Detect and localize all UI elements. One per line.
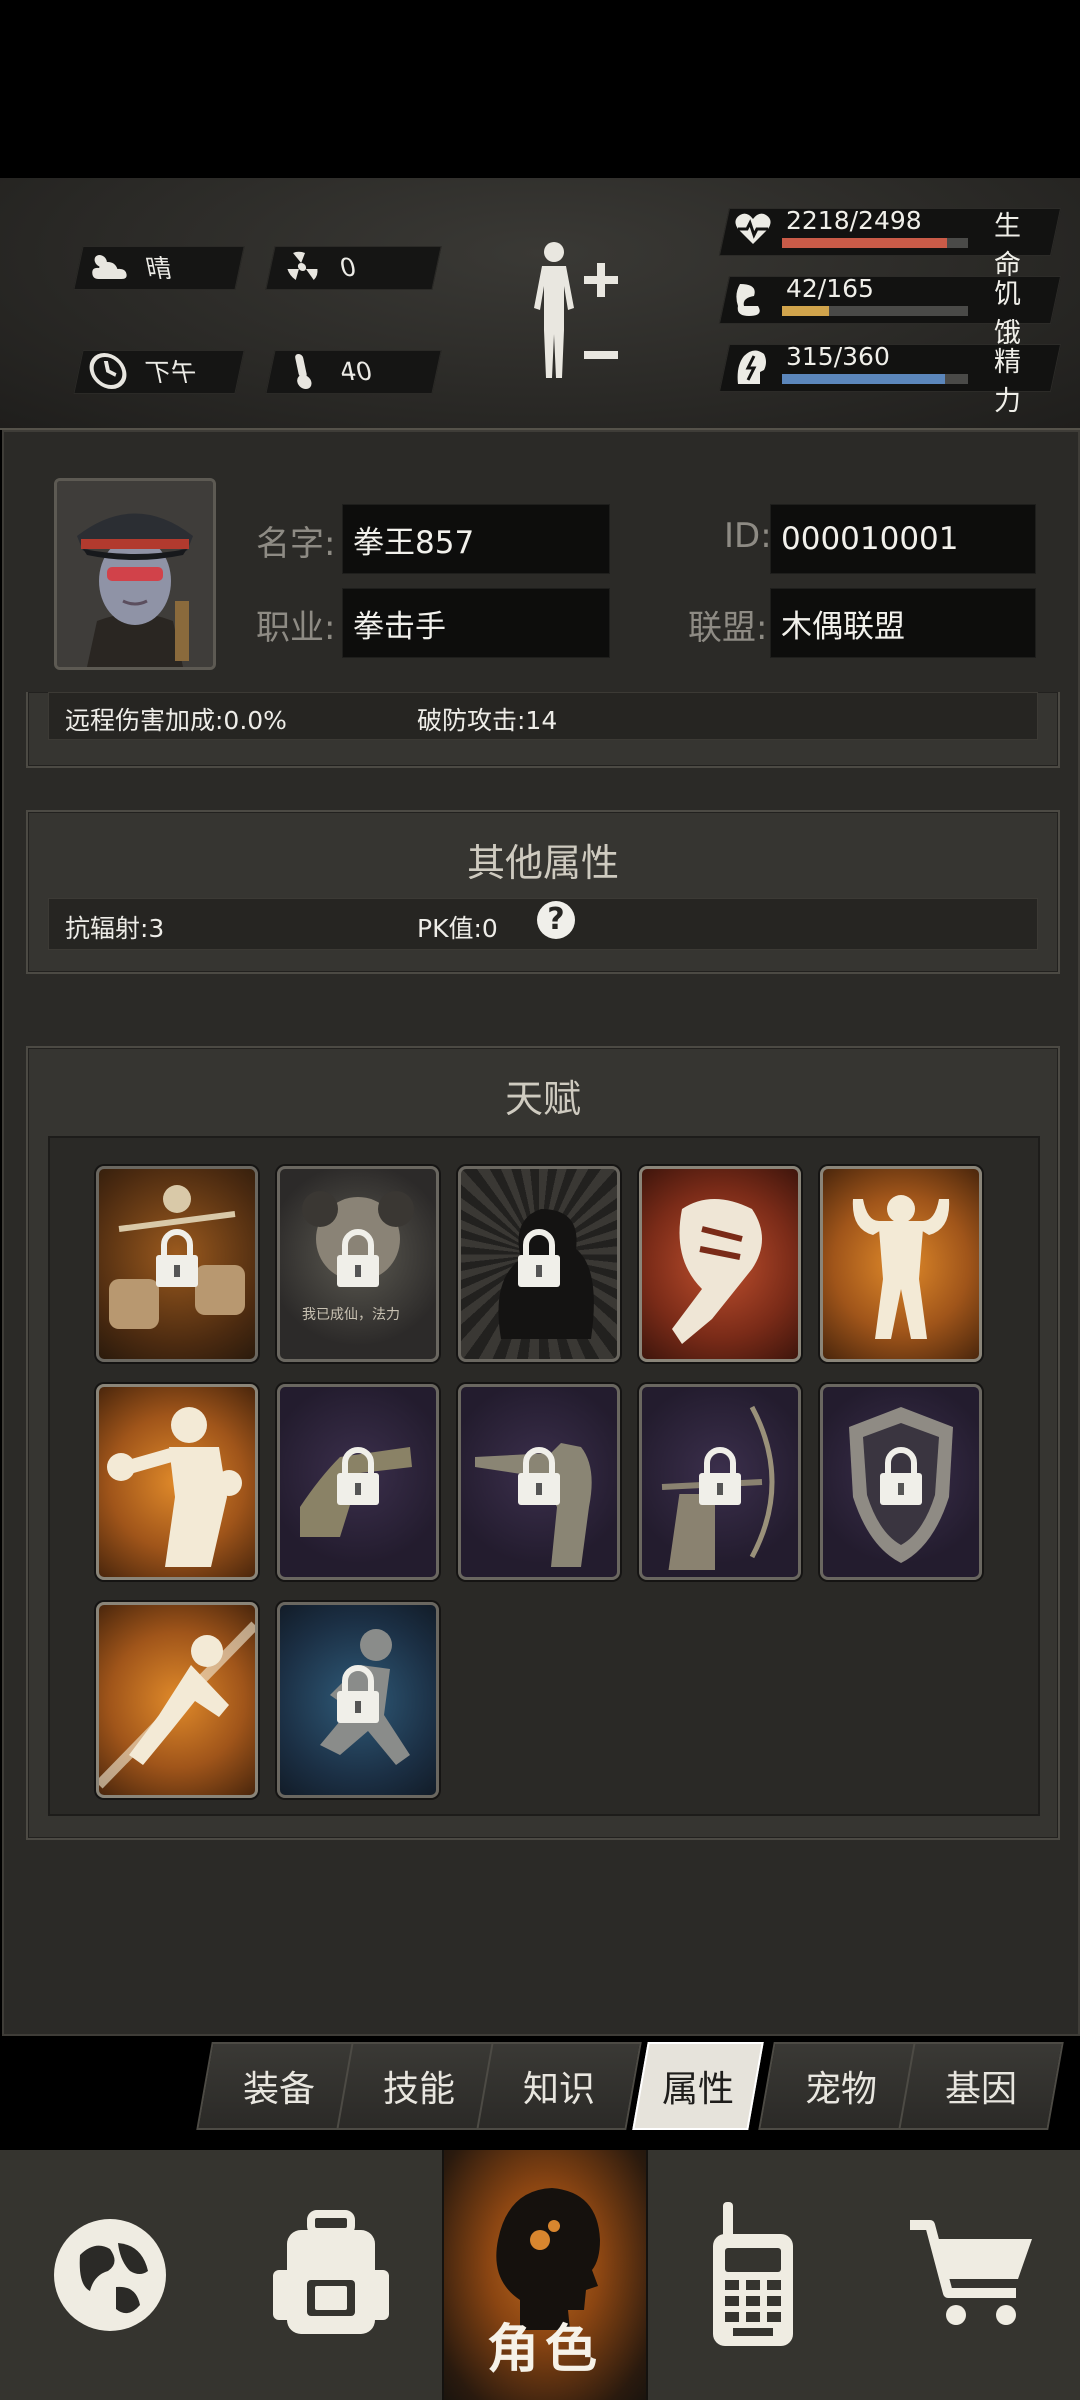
talent-knockdown[interactable] — [96, 1602, 258, 1798]
talent-meditation[interactable]: 我已成仙，法力 — [277, 1166, 439, 1362]
talent-defense[interactable] — [820, 1384, 982, 1580]
talent-dodge[interactable] — [277, 1602, 439, 1798]
backpack-icon — [273, 2210, 389, 2334]
radiation-icon — [278, 247, 327, 287]
name-field: 拳王857 — [342, 504, 610, 574]
job-label: 职业: — [256, 608, 336, 648]
stomach-icon — [734, 280, 774, 320]
stat-bar — [782, 306, 968, 316]
lock-icon — [337, 1447, 379, 1505]
talent-archery[interactable] — [639, 1384, 801, 1580]
stat-bar — [782, 238, 968, 248]
stat-name: 生命 — [994, 211, 1021, 281]
tab-genes[interactable]: 基因 — [898, 2042, 1064, 2130]
tab-label: 属性 — [661, 2069, 734, 2110]
time-text: 下午 — [143, 358, 200, 387]
globe-icon — [54, 2219, 166, 2331]
armor-break-text: 破防攻击:14 — [417, 706, 558, 735]
brain-energy-icon — [734, 348, 774, 388]
character-panel: 名字: 拳王857 ID: 000010001 职业: 拳击手 联盟: 木偶联盟… — [2, 430, 1080, 2036]
stat-value: 42/165 — [786, 274, 874, 303]
stat-name: 精力 — [994, 347, 1021, 417]
talent-strength[interactable] — [820, 1166, 982, 1362]
tab-equipment[interactable]: 装备 — [196, 2042, 362, 2130]
lock-icon — [156, 1229, 198, 1287]
stat-bar-fill — [782, 238, 948, 248]
lock-icon — [518, 1447, 560, 1505]
talent-pistol[interactable] — [277, 1384, 439, 1580]
talent-caption: 我已成仙，法力 — [302, 1307, 400, 1323]
stat-bar — [782, 374, 968, 384]
tab-pets[interactable]: 宠物 — [758, 2042, 924, 2130]
top-hud: 晴 0 下午 40 2218/2498 生命 42/165 饥饿 315/360… — [0, 178, 1080, 430]
talent-iron-fist[interactable] — [639, 1166, 801, 1362]
attribute-row: 远程伤害加成:0.0% 破防攻击:14 — [48, 692, 1038, 740]
heart-pulse-icon — [734, 212, 774, 252]
nav-world-button[interactable] — [0, 2150, 220, 2400]
attribute-row: 抗辐射:3 PK值:0 ? — [48, 898, 1038, 950]
talent-carrier[interactable] — [96, 1166, 258, 1362]
other-attributes-panel: 其他属性 抗辐射:3 PK值:0 ? — [26, 810, 1060, 974]
stat-bar-fill — [782, 374, 945, 384]
stat-bar-fill — [782, 306, 830, 316]
talents-panel: 天赋 我已成仙，法力 — [26, 1046, 1060, 1840]
other-attributes-title: 其他属性 — [466, 841, 619, 885]
talent-rifle[interactable] — [458, 1384, 620, 1580]
id-label: ID: — [724, 516, 772, 556]
pk-help-icon[interactable]: ? — [537, 901, 575, 939]
nav-backpack-button[interactable] — [220, 2150, 442, 2400]
body-status-button[interactable] — [522, 238, 622, 388]
job-field: 拳击手 — [342, 588, 610, 658]
tab-attributes[interactable]: 属性 — [632, 2042, 764, 2130]
pk-value-text: PK值:0 — [417, 914, 498, 943]
temperature-value: 40 — [336, 356, 375, 386]
talent-grid: 我已成仙，法力 — [48, 1136, 1040, 1816]
avatar[interactable] — [54, 478, 216, 670]
cart-icon — [910, 2220, 1032, 2325]
talent-stealth[interactable] — [458, 1166, 620, 1362]
tab-knowledge[interactable]: 知识 — [476, 2042, 642, 2130]
tab-label: 知识 — [522, 2069, 595, 2110]
name-label: 名字: — [256, 524, 336, 564]
clock-icon — [84, 351, 133, 391]
name-value: 拳王857 — [353, 524, 475, 561]
stat-value: 315/360 — [786, 342, 890, 371]
walkie-talkie-icon — [713, 2202, 793, 2346]
talent-boxer[interactable] — [96, 1384, 258, 1580]
tab-label: 宠物 — [804, 2069, 877, 2110]
stat-name: 饥饿 — [994, 279, 1021, 349]
combat-attributes-panel: 远程伤害加成:0.0% 破防攻击:14 — [26, 692, 1060, 768]
lock-icon — [518, 1229, 560, 1287]
talents-title: 天赋 — [504, 1077, 581, 1121]
tab-label: 装备 — [242, 2069, 315, 2110]
cloud-sun-icon — [84, 247, 133, 287]
stat-value: 2218/2498 — [786, 206, 922, 235]
id-field: 000010001 — [770, 504, 1036, 574]
lock-icon — [880, 1447, 922, 1505]
lock-icon — [337, 1665, 379, 1723]
job-value: 拳击手 — [353, 608, 446, 645]
alliance-value: 木偶联盟 — [781, 608, 905, 645]
alliance-label: 联盟: — [688, 608, 768, 648]
tab-skills[interactable]: 技能 — [336, 2042, 502, 2130]
lock-icon — [337, 1229, 379, 1287]
radiation-resist-text: 抗辐射:3 — [65, 914, 165, 943]
thermometer-icon — [278, 351, 327, 391]
nav-role-button[interactable]: 角色 — [442, 2150, 648, 2400]
ranged-bonus-text: 远程伤害加成:0.0% — [65, 706, 287, 735]
nav-radio-button[interactable] — [644, 2150, 862, 2400]
alliance-field[interactable]: 木偶联盟 — [770, 588, 1036, 658]
bottom-nav: 角色 — [0, 2150, 1080, 2400]
nav-shop-button[interactable] — [862, 2150, 1080, 2400]
id-value: 000010001 — [781, 521, 959, 557]
nav-role-label: 角色 — [486, 2320, 603, 2380]
tab-label: 技能 — [382, 2069, 455, 2110]
tab-label: 基因 — [944, 2069, 1017, 2110]
body-figure-icon — [534, 242, 618, 378]
lock-icon — [699, 1447, 741, 1505]
